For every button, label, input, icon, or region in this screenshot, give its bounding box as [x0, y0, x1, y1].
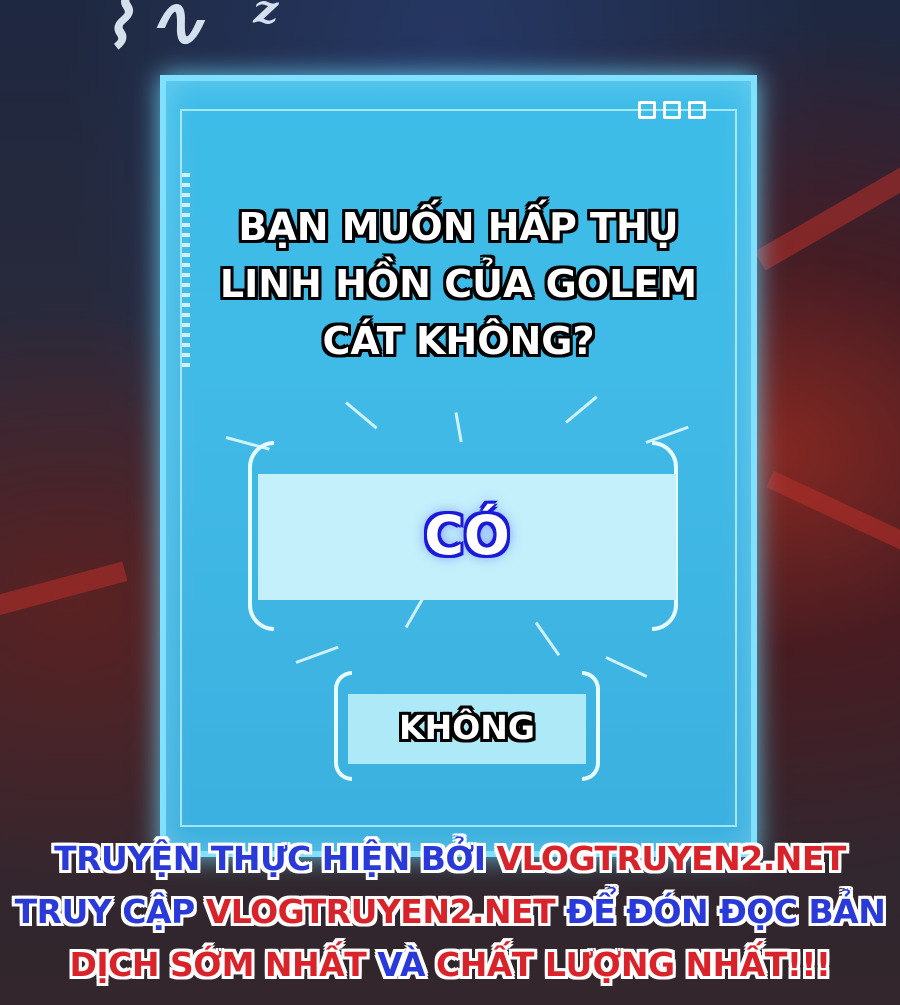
credit-text: TRUY CẬP: [14, 892, 206, 931]
system-dialog: BẠN MUỐN HẤP THỤ LINH HỒN CỦA GOLEM CÁT …: [160, 75, 757, 857]
credit-text: CHẤT LƯỢNG NHẤT!!!: [425, 945, 831, 984]
credit-text: VÀ: [377, 945, 426, 984]
credit-site-link[interactable]: VLOGTRUYEN2.NET: [206, 892, 556, 931]
square-icon: [638, 101, 656, 119]
credit-line-2: TRUY CẬP VLOGTRUYEN2.NET ĐỂ ĐÓN ĐỌC BẢN: [0, 885, 900, 938]
square-icon: [688, 101, 706, 119]
credit-text: ĐỂ ĐÓN ĐỌC BẢN: [555, 892, 886, 931]
credit-line-1: TRUYỆN THỰC HIỆN BỞI VLOGTRUYEN2.NET: [0, 832, 900, 885]
decorative-sfx: ⌇∿ ᶻ: [100, 0, 291, 63]
credit-text: TRUYỆN THỰC HIỆN BỞI: [54, 839, 497, 878]
square-icon: [663, 101, 681, 119]
scanlation-credits: TRUYỆN THỰC HIỆN BỞI VLOGTRUYEN2.NET TRU…: [0, 832, 900, 991]
credit-line-3: DỊCH SỚM NHẤT VÀ CHẤT LƯỢNG NHẤT!!!: [0, 938, 900, 991]
dialog-question: BẠN MUỐN HẤP THỤ LINH HỒN CỦA GOLEM CÁT …: [219, 205, 698, 363]
no-button[interactable]: KHÔNG: [348, 694, 586, 764]
yes-button[interactable]: CÓ: [258, 474, 676, 600]
yes-button-label: CÓ: [424, 504, 510, 567]
no-button-label: KHÔNG: [399, 708, 535, 747]
credit-site-link[interactable]: VLOGTRUYEN2.NET: [497, 839, 847, 878]
credit-text: DỊCH SỚM NHẤT: [69, 945, 378, 984]
